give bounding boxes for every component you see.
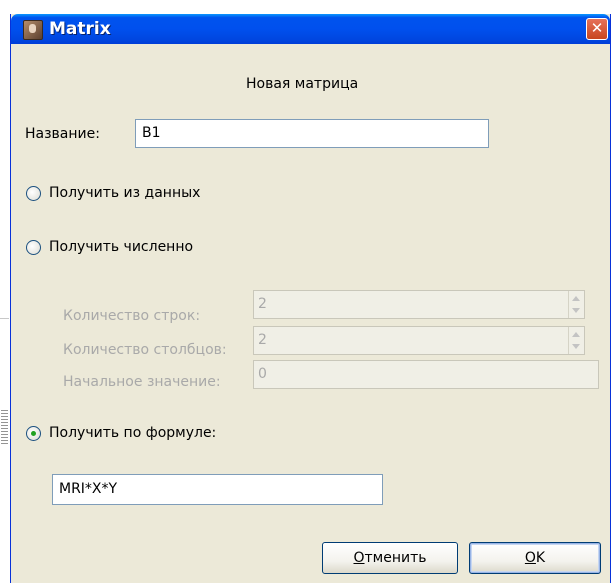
option-numeric-label[interactable]: Получить численно bbox=[49, 239, 193, 255]
init-value: 0 bbox=[258, 366, 267, 382]
cols-spinner[interactable]: 2 bbox=[253, 326, 585, 355]
formula-input[interactable]: MRI*X*Y bbox=[52, 474, 383, 505]
title-bar[interactable]: Matrix ✕ bbox=[11, 14, 610, 44]
cols-value: 2 bbox=[258, 332, 267, 348]
dialog-heading: Новая матрица bbox=[246, 76, 359, 92]
init-label: Начальное значение: bbox=[63, 374, 221, 390]
radio-numeric[interactable] bbox=[26, 240, 41, 255]
rows-spinner[interactable]: 2 bbox=[253, 290, 585, 319]
background-divider bbox=[0, 318, 9, 319]
name-label: Название: bbox=[25, 126, 100, 142]
matrix-dialog: Matrix ✕ Новая матрица Название: B1 Полу… bbox=[10, 14, 611, 583]
radio-from-data[interactable] bbox=[26, 186, 41, 201]
cols-label: Количество столбцов: bbox=[63, 342, 227, 358]
spin-down-icon[interactable] bbox=[572, 308, 580, 313]
option-from-data-label[interactable]: Получить из данных bbox=[49, 185, 200, 201]
spin-down-icon[interactable] bbox=[572, 344, 580, 349]
rows-spin-buttons[interactable] bbox=[568, 291, 584, 318]
background-area bbox=[0, 0, 611, 14]
name-input[interactable]: B1 bbox=[135, 119, 489, 148]
window-title: Matrix bbox=[49, 19, 111, 39]
spin-up-icon[interactable] bbox=[572, 332, 580, 337]
option-formula-label[interactable]: Получить по формуле: bbox=[49, 425, 216, 441]
rows-label: Количество строк: bbox=[63, 308, 201, 324]
cancel-button-label: Отменить bbox=[353, 550, 427, 566]
close-button[interactable]: ✕ bbox=[586, 18, 608, 40]
cancel-button[interactable]: Отменить bbox=[322, 542, 458, 574]
background-left-edge bbox=[0, 0, 10, 583]
init-value-field[interactable]: 0 bbox=[253, 360, 599, 389]
radio-formula[interactable] bbox=[26, 426, 41, 441]
spin-up-icon[interactable] bbox=[572, 296, 580, 301]
rows-value: 2 bbox=[258, 296, 267, 312]
background-resize-grip[interactable] bbox=[1, 410, 8, 444]
app-icon bbox=[23, 20, 43, 40]
ok-button[interactable]: OK bbox=[469, 542, 601, 574]
ok-button-label: OK bbox=[524, 550, 546, 566]
cols-spin-buttons[interactable] bbox=[568, 327, 584, 354]
